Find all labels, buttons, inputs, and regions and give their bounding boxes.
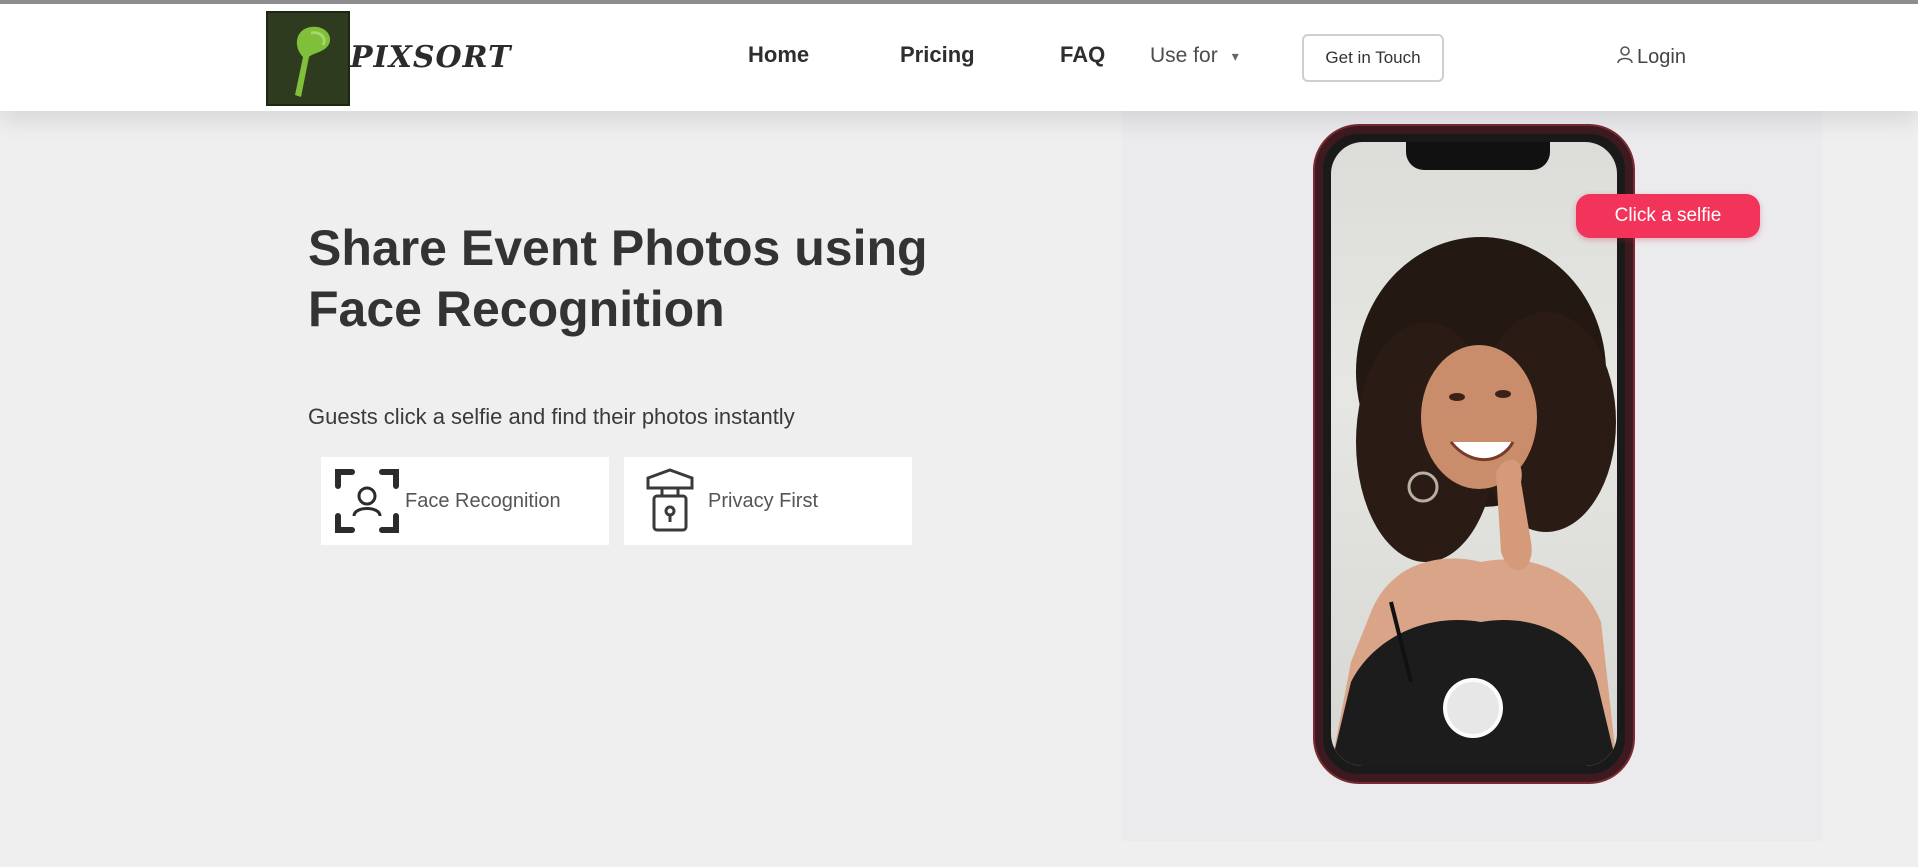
hero-title: Share Event Photos using Face Recognitio… bbox=[308, 218, 948, 340]
phone-notch bbox=[1406, 142, 1550, 170]
hero-title-line-2: Face Recognition bbox=[308, 281, 725, 337]
feature-card-privacy-first: Privacy First bbox=[624, 457, 912, 545]
leaf-logo-icon bbox=[295, 26, 331, 97]
hero-subtitle: Guests click a selfie and find their pho… bbox=[308, 404, 795, 429]
chevron-down-icon: ▾ bbox=[1231, 47, 1239, 64]
login-link[interactable]: Login bbox=[1617, 46, 1686, 69]
nav-use-for-dropdown[interactable]: Use for ▾ bbox=[1150, 44, 1239, 68]
site-header: PIXSORT Home Pricing FAQ Use for ▾ Get i… bbox=[0, 4, 1918, 111]
user-icon bbox=[1617, 46, 1633, 69]
hero-title-line-1: Share Event Photos using bbox=[308, 220, 928, 276]
feature-card-face-recognition: Face Recognition bbox=[321, 457, 609, 545]
face-scan-icon bbox=[331, 465, 403, 537]
selfie-photo bbox=[1331, 237, 1617, 766]
privacy-shield-icon bbox=[634, 465, 706, 537]
nav-home[interactable]: Home bbox=[748, 42, 809, 68]
get-in-touch-button[interactable]: Get in Touch bbox=[1302, 34, 1444, 82]
login-label: Login bbox=[1637, 46, 1686, 68]
capture-shutter-button[interactable] bbox=[1443, 678, 1503, 738]
nav-faq[interactable]: FAQ bbox=[1060, 42, 1105, 68]
nav-pricing[interactable]: Pricing bbox=[900, 42, 975, 68]
feature-label-privacy-first: Privacy First bbox=[708, 489, 818, 512]
feature-label-face-recognition: Face Recognition bbox=[405, 489, 561, 512]
logo[interactable] bbox=[266, 11, 350, 106]
logo-wordmark[interactable]: PIXSORT bbox=[350, 40, 511, 75]
phone-screen bbox=[1331, 142, 1617, 766]
click-a-selfie-badge: Click a selfie bbox=[1576, 194, 1760, 238]
nav-use-for-label: Use for bbox=[1150, 44, 1218, 67]
